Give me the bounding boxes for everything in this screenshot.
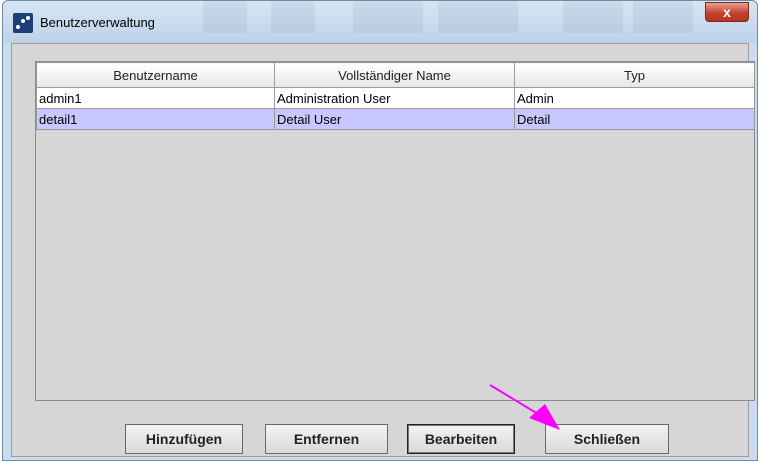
close-dialog-button[interactable]: Schließen [545,424,669,454]
cell-username[interactable]: detail1 [36,108,275,130]
cell-fullname[interactable]: Detail User [274,108,515,130]
column-header-fullname[interactable]: Vollständiger Name [274,62,515,88]
close-window-button[interactable]: x [705,2,749,22]
user-table: Benutzername Vollständiger Name Typ admi… [36,62,755,130]
background-blur [271,1,315,33]
cell-type[interactable]: Detail [514,108,755,130]
title-bar[interactable]: Benutzerverwaltung x [3,1,757,43]
background-blur [353,1,423,33]
dialog-content: Benutzername Vollständiger Name Typ admi… [11,43,755,457]
background-blur [563,1,623,33]
cell-fullname[interactable]: Administration User [274,87,515,109]
column-header-type[interactable]: Typ [514,62,755,88]
background-blur [203,1,247,33]
window-title: Benutzerverwaltung [40,15,155,30]
user-table-panel: Benutzername Vollständiger Name Typ admi… [35,61,755,401]
cell-username[interactable]: admin1 [36,87,275,109]
app-icon [13,13,33,33]
background-blur [633,1,693,33]
cell-type[interactable]: Admin [514,87,755,109]
table-header-row: Benutzername Vollständiger Name Typ [36,62,755,88]
column-header-username[interactable]: Benutzername [36,62,275,88]
table-row-selected[interactable]: detail1 Detail User Detail [36,108,755,130]
close-icon: x [723,4,731,20]
add-user-button[interactable]: Hinzufügen [125,424,243,454]
background-blur [438,1,518,33]
edit-user-button[interactable]: Bearbeiten [407,424,515,454]
table-row[interactable]: admin1 Administration User Admin [36,87,755,109]
remove-user-button[interactable]: Entfernen [265,424,388,454]
user-management-window: Benutzerverwaltung x Benutzername Vollst… [2,0,758,461]
